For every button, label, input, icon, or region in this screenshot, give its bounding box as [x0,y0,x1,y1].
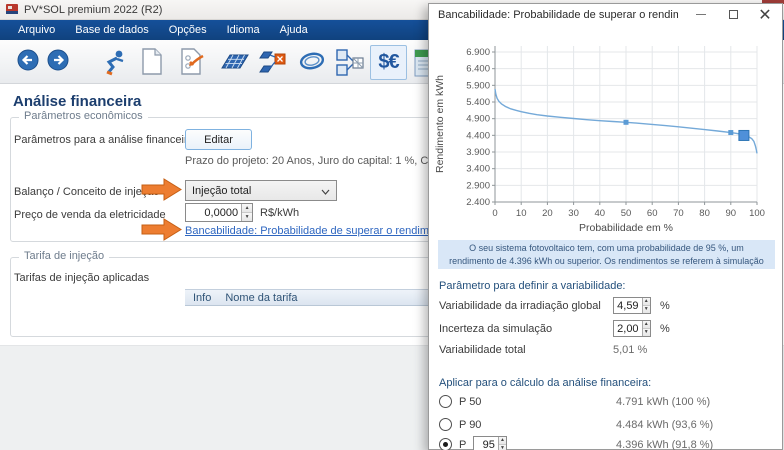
svg-text:50: 50 [621,208,632,219]
tariff-col-info: Info [193,292,211,304]
irradiation-variability-label: Variabilidade da irradiação global [439,300,601,312]
electricity-price-input[interactable] [186,204,241,221]
svg-text:4.900: 4.900 [466,114,490,125]
radio-p90[interactable] [439,418,452,431]
menu-idioma[interactable]: Idioma [217,22,270,38]
bankability-dialog: Bancabilidade: Probabilidade de superar … [428,3,783,450]
page-title: Análise financeira [13,93,141,110]
irradiation-spin-buttons[interactable]: ▲▼ [642,298,650,313]
radio-p-custom-label: P [459,439,466,450]
svg-text:40: 40 [595,208,606,219]
dialog-title: Bancabilidade: Probabilidade de superar … [438,9,678,21]
p-custom-spin-buttons[interactable]: ▲▼ [498,437,506,450]
svg-text:100: 100 [749,208,765,219]
variability-heading: Parâmetro para definir a variabilidade: [439,280,626,292]
svg-text:3.900: 3.900 [466,147,490,158]
p50-value: 4.791 kWh (100 %) [616,396,710,408]
balance-concept-label: Balanço / Conceito de injeção [14,186,160,198]
total-variability-label: Variabilidade total [439,344,526,356]
svg-text:3.400: 3.400 [466,164,490,175]
chevron-down-icon [321,189,330,195]
tariff-col-name: Nome da tarifa [225,292,297,304]
svg-text:10: 10 [516,208,527,219]
simulation-uncertainty-input[interactable] [614,321,642,336]
svg-text:0: 0 [492,208,497,219]
menu-ajuda[interactable]: Ajuda [270,22,318,38]
window-title: PV*SOL premium 2022 (R2) [24,4,162,16]
back-icon[interactable] [16,48,40,72]
electricity-price-spin-buttons[interactable]: ▲▼ [241,204,252,221]
menu-arquivo[interactable]: Arquivo [8,22,65,38]
financial-analysis-button[interactable]: $€ [370,45,407,80]
svg-text:60: 60 [647,208,658,219]
probability-chart: 0 10 20 30 40 50 60 70 80 90 100 2.400 2.900 3.400 3.9… [431,30,779,242]
app-window: PV*SOL premium 2022 (R2) Arquivo Base de… [0,0,784,450]
irradiation-variability-spinner: ▲▼ [613,297,651,314]
svg-text:20: 20 [542,208,553,219]
run-simulation-icon[interactable] [100,48,128,76]
p-custom-value: 4.396 kWh (91,8 %) [616,439,713,450]
radio-p-custom[interactable] [439,438,452,450]
irradiation-variability-input[interactable] [614,298,642,313]
system-diagram-icon[interactable] [335,48,365,78]
close-button[interactable]: ✕ [750,4,780,25]
svg-text:70: 70 [673,208,684,219]
highlight-arrow-icon [141,217,183,242]
economic-params-title: Parâmetros econômicos [19,110,148,122]
result-infobox: O seu sistema fotovoltaico tem, com uma … [438,240,775,269]
svg-text:Probabilidade em %: Probabilidade em % [579,222,673,234]
financial-params-label: Parâmetros para a análise financeira [14,134,194,146]
cable-icon[interactable] [297,48,327,74]
svg-text:5.900: 5.900 [466,80,490,91]
maximize-button[interactable] [718,4,748,25]
minimize-button[interactable] [686,4,716,25]
p-custom-spinner: ▲▼ [473,436,507,450]
svg-text:6.400: 6.400 [466,64,490,75]
p90-value: 4.484 kWh (93,6 %) [616,419,713,431]
edit-button[interactable]: Editar [185,129,252,150]
svg-text:2.400: 2.400 [466,197,490,208]
applied-tariffs-label: Tarifas de injeção aplicadas [14,272,149,284]
p-custom-input[interactable] [474,437,498,450]
svg-text:4.400: 4.400 [466,130,490,141]
svg-text:30: 30 [568,208,579,219]
new-document-icon[interactable] [141,48,163,75]
svg-text:90: 90 [726,208,737,219]
apply-heading: Aplicar para o cálculo da análise financ… [439,377,651,389]
financial-analysis-icon: $€ [378,51,398,74]
forward-icon[interactable] [46,48,70,72]
uncertainty-spin-buttons[interactable]: ▲▼ [642,321,650,336]
interconnect-icon[interactable] [258,48,288,76]
balance-concept-select[interactable]: Injeção total [185,180,337,201]
total-variability-value: 5,01 % [613,344,647,356]
irradiation-unit: % [660,300,670,312]
svg-text:2.900: 2.900 [466,180,490,191]
import-document-icon[interactable] [179,48,205,75]
highlight-arrow-icon [141,177,183,202]
app-logo-icon [5,3,19,17]
pv-module-icon[interactable] [220,48,250,74]
menu-opcoes[interactable]: Opções [159,22,217,38]
balance-concept-value: Injeção total [192,185,251,197]
svg-text:6.900: 6.900 [466,47,490,58]
electricity-price-spinner: ▲▼ [185,203,253,222]
radio-p50-label: P 50 [459,396,481,408]
radio-p50[interactable] [439,395,452,408]
feed-tariff-title: Tarifa de injeção [19,250,109,262]
svg-text:Rendimento em kWh: Rendimento em kWh [434,75,446,173]
price-unit-label: R$/kWh [260,207,299,219]
uncertainty-unit: % [660,323,670,335]
svg-text:80: 80 [699,208,710,219]
svg-text:5.400: 5.400 [466,97,490,108]
simulation-uncertainty-spinner: ▲▼ [613,320,651,337]
radio-p90-label: P 90 [459,419,481,431]
menu-base-de-dados[interactable]: Base de dados [65,22,158,38]
simulation-uncertainty-label: Incerteza da simulação [439,323,552,335]
